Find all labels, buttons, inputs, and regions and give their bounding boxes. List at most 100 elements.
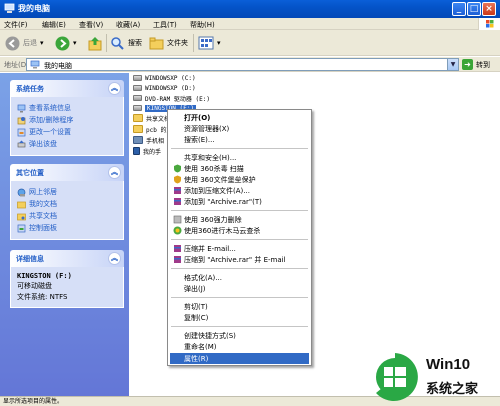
task-add-remove-programs[interactable]: 添加/删除程序 xyxy=(17,114,117,126)
ctx-360-scan[interactable]: 使用 360杀毒 扫描 xyxy=(170,163,309,174)
minimize-button[interactable]: _ xyxy=(452,2,466,16)
ctx-compress-rar-email[interactable]: 压缩到 "Archive.rar" 并 E-mail xyxy=(170,254,309,265)
folders-label: 文件夹 xyxy=(167,39,188,47)
ctx-eject[interactable]: 弹出(J) xyxy=(170,283,309,294)
win10-logo-icon xyxy=(376,353,418,401)
chevron-down-icon: ▾ xyxy=(40,39,44,47)
ctx-separator xyxy=(171,148,308,149)
ctx-format[interactable]: 格式化(A)... xyxy=(170,272,309,283)
up-folder-button[interactable] xyxy=(88,34,103,52)
collapse-chevron-icon[interactable]: ︽ xyxy=(108,252,121,265)
ctx-explorer[interactable]: 资源管理器(X) xyxy=(170,123,309,134)
menu-edit[interactable]: 编辑(E) xyxy=(42,20,66,30)
detail-file-system: 文件系统: NTFS xyxy=(17,293,68,301)
search-button[interactable]: 搜索 xyxy=(110,34,142,52)
place-label: 共享文档 xyxy=(29,212,57,220)
place-control-panel[interactable]: 控制面板 xyxy=(17,222,117,234)
ctx-label: 使用 360文件堡垒保护 xyxy=(184,176,256,184)
task-eject-disk[interactable]: 弹出该盘 xyxy=(17,138,117,150)
menu-help[interactable]: 帮助(H) xyxy=(190,20,215,30)
360-cloud-icon xyxy=(173,226,182,235)
drive-label: WINDOWSXP (D:) xyxy=(145,84,196,92)
ctx-compress-email[interactable]: 压缩并 E-mail... xyxy=(170,243,309,254)
ctx-add-archive-rar[interactable]: 添加到 "Archive.rar"(T) xyxy=(170,196,309,207)
ctx-360-protect[interactable]: 使用 360文件堡垒保护 xyxy=(170,174,309,185)
hard-drive-icon xyxy=(133,75,142,81)
drive-item[interactable]: WINDOWSXP (C:) xyxy=(133,73,196,83)
folder-item[interactable]: 共享文档 xyxy=(133,113,170,123)
menu-file[interactable]: 文件(F) xyxy=(4,20,28,30)
menu-favorites[interactable]: 收藏(A) xyxy=(116,20,140,30)
shield-icon xyxy=(174,175,181,184)
folders-icon xyxy=(149,37,164,49)
removable-drive-icon xyxy=(133,105,142,111)
ctx-360-force-delete[interactable]: 使用 360强力删除 xyxy=(170,214,309,225)
go-button[interactable]: ➜ 转到 xyxy=(462,58,498,71)
up-folder-icon xyxy=(88,36,102,50)
system-info-icon xyxy=(17,104,26,112)
views-icon xyxy=(198,36,214,50)
ctx-copy[interactable]: 复制(C) xyxy=(170,312,309,323)
place-network[interactable]: 网上邻居 xyxy=(17,186,117,198)
go-arrow-icon: ➜ xyxy=(462,59,473,70)
hard-drive-icon xyxy=(133,85,142,91)
drive-item[interactable]: WINDOWSXP (D:) xyxy=(133,83,196,93)
device-label: 我的手 xyxy=(143,148,162,156)
system-tasks-body: 查看系统信息 添加/删除程序 更改一个设置 弹出该盘 xyxy=(10,97,124,156)
add-remove-icon xyxy=(17,116,26,124)
system-tasks-header[interactable]: 系统任务 ︽ xyxy=(10,80,124,97)
ctx-360-trojan-scan[interactable]: 使用360进行木马云查杀 xyxy=(170,225,309,236)
forward-button[interactable]: ▾ xyxy=(55,34,77,52)
ctx-sharing[interactable]: 共享和安全(H)... xyxy=(170,152,309,163)
ctx-label: 重命名(M) xyxy=(184,343,217,351)
search-icon xyxy=(111,36,124,50)
ctx-label: 使用 360强力删除 xyxy=(184,216,242,224)
ctx-search[interactable]: 搜索(E)... xyxy=(170,134,309,145)
search-label: 搜索 xyxy=(128,39,142,47)
task-change-setting[interactable]: 更改一个设置 xyxy=(17,126,117,138)
status-text: 显示所选项目的属性。 xyxy=(3,398,64,405)
drive-item[interactable]: DVD-RAM 驱动器 (E:) xyxy=(133,93,210,103)
place-shared-documents[interactable]: 共享文档 xyxy=(17,210,117,222)
watermark-title: Win10 xyxy=(426,356,471,373)
dvd-drive-icon xyxy=(133,95,142,101)
archive-icon xyxy=(174,256,181,263)
ctx-properties[interactable]: 属性(R) xyxy=(170,353,309,364)
ctx-create-shortcut[interactable]: 创建快捷方式(S) xyxy=(170,330,309,341)
ctx-label: 属性(R) xyxy=(184,355,209,363)
device-item[interactable]: 我的手 xyxy=(133,146,161,156)
ctx-separator xyxy=(171,326,308,327)
detail-drive-name: KINGSTON (F:) xyxy=(17,272,72,280)
address-dropdown-icon[interactable]: ▼ xyxy=(447,59,458,70)
ctx-label: 使用 360杀毒 扫描 xyxy=(184,165,244,173)
forward-arrow-icon xyxy=(55,36,70,51)
archive-icon xyxy=(174,245,181,252)
address-bar: 地址(D) 我的电脑 ▼ ➜ 转到 xyxy=(0,57,500,72)
task-view-system-info[interactable]: 查看系统信息 xyxy=(17,102,117,114)
system-tasks-title: 系统任务 xyxy=(16,85,44,93)
menu-tools[interactable]: 工具(T) xyxy=(153,20,177,30)
address-input[interactable]: 我的电脑 ▼ xyxy=(26,58,459,71)
ctx-cut[interactable]: 剪切(T) xyxy=(170,301,309,312)
place-my-documents[interactable]: 我的文档 xyxy=(17,198,117,210)
collapse-chevron-icon[interactable]: ︽ xyxy=(108,82,121,95)
folder-icon xyxy=(133,114,143,122)
views-button[interactable]: ▾ xyxy=(198,34,221,52)
windows-logo-icon xyxy=(478,18,500,30)
collapse-chevron-icon[interactable]: ︽ xyxy=(108,166,121,179)
close-button[interactable]: × xyxy=(482,2,496,16)
ctx-rename[interactable]: 重命名(M) xyxy=(170,341,309,352)
shield-icon xyxy=(174,164,181,173)
menu-view[interactable]: 查看(V) xyxy=(79,20,103,30)
device-item[interactable]: 手机相 xyxy=(133,135,164,145)
details-header[interactable]: 详细信息 ︽ xyxy=(10,250,124,267)
other-places-header[interactable]: 其它位置 ︽ xyxy=(10,164,124,181)
back-button[interactable]: 后退 ▾ xyxy=(5,34,44,52)
folders-button[interactable]: 文件夹 xyxy=(149,34,188,52)
maximize-button[interactable]: □ xyxy=(467,2,481,16)
ctx-add-archive[interactable]: 添加到压缩文件(A)... xyxy=(170,185,309,196)
ctx-label: 资源管理器(X) xyxy=(184,125,230,133)
ctx-open[interactable]: 打开(O) xyxy=(170,112,309,123)
ctx-label: 格式化(A)... xyxy=(184,274,222,282)
place-label: 控制面板 xyxy=(29,224,57,232)
